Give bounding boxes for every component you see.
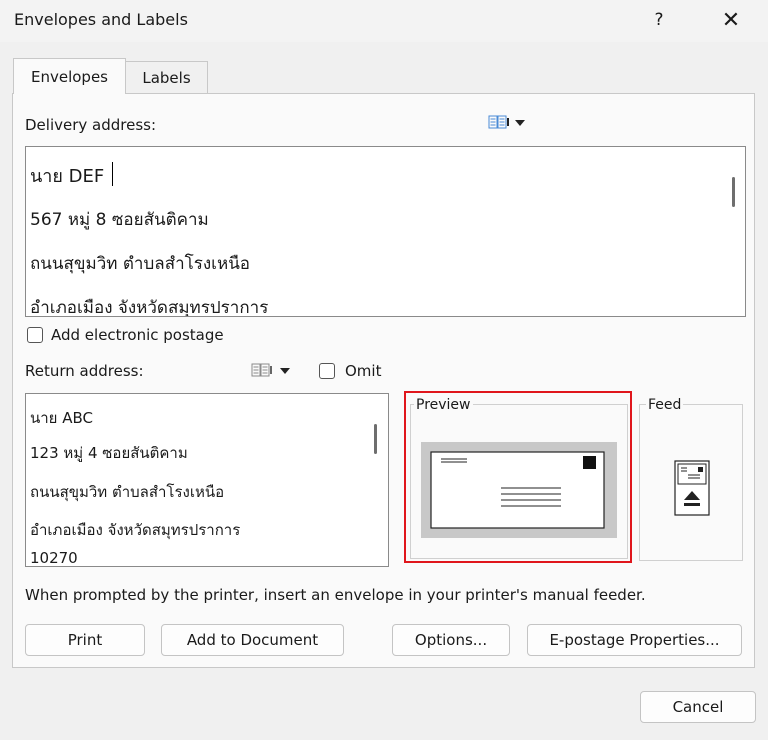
return-line: อำเภอเมือง จังหวัดสมุทรปราการ	[30, 521, 241, 539]
tab-labels-label: Labels	[142, 68, 191, 87]
feed-preview-button[interactable]	[672, 460, 712, 518]
e-postage-properties-button[interactable]: E-postage Properties...	[527, 624, 742, 656]
delivery-address-input[interactable]: นาย DEF 567 หมู่ 8 ซอยสันติคาม ถนนสุขุมว…	[25, 146, 746, 317]
envelope-icon	[430, 451, 605, 529]
preview-label: Preview	[414, 397, 473, 413]
address-book-button[interactable]	[487, 112, 533, 134]
add-electronic-postage-checkbox[interactable]	[27, 327, 43, 343]
return-line: 123 หมู่ 4 ซอยสันติคาม	[30, 444, 188, 462]
address-book-icon	[251, 363, 290, 377]
tab-envelopes-label: Envelopes	[31, 67, 108, 86]
return-line: นาย ABC	[30, 409, 93, 427]
feed-instruction-text: When prompted by the printer, insert an …	[25, 586, 646, 604]
omit-label: Omit	[345, 362, 382, 380]
envelope-preview[interactable]	[421, 442, 617, 538]
delivery-line: 567 หมู่ 8 ซอยสันติคาม	[30, 210, 209, 230]
return-scrollbar-thumb[interactable]	[374, 424, 377, 454]
return-line: 10270	[30, 549, 78, 567]
add-to-document-button[interactable]: Add to Document	[161, 624, 344, 656]
delivery-scrollbar-thumb[interactable]	[732, 177, 735, 207]
cancel-button[interactable]: Cancel	[640, 691, 756, 723]
tab-labels[interactable]: Labels	[125, 61, 208, 93]
delivery-line: ถนนสุขุมวิท ตำบลสำโรงเหนือ	[30, 254, 251, 274]
return-address-book-button[interactable]	[250, 360, 298, 382]
print-button[interactable]: Print	[25, 624, 145, 656]
help-button[interactable]: ?	[636, 4, 682, 36]
feed-icon	[674, 460, 710, 516]
add-electronic-postage-label: Add electronic postage	[51, 326, 224, 344]
return-line: ถนนสุขุมวิท ตำบลสำโรงเหนือ	[30, 483, 225, 501]
text-caret	[112, 162, 113, 186]
feed-label: Feed	[646, 397, 684, 413]
close-button[interactable]: ✕	[708, 4, 754, 36]
return-address-label: Return address:	[25, 362, 144, 380]
return-address-input[interactable]: นาย ABC 123 หมู่ 4 ซอยสันติคาม ถนนสุขุมว…	[25, 393, 389, 567]
options-button[interactable]: Options...	[392, 624, 510, 656]
delivery-address-label: Delivery address:	[25, 116, 157, 134]
address-book-icon	[488, 115, 525, 129]
omit-checkbox[interactable]	[319, 363, 335, 379]
window-title: Envelopes and Labels	[14, 10, 188, 29]
tab-envelopes[interactable]: Envelopes	[13, 58, 126, 94]
delivery-line: นาย DEF	[30, 166, 105, 187]
delivery-line: อำเภอเมือง จังหวัดสมุทรปราการ	[30, 298, 269, 317]
